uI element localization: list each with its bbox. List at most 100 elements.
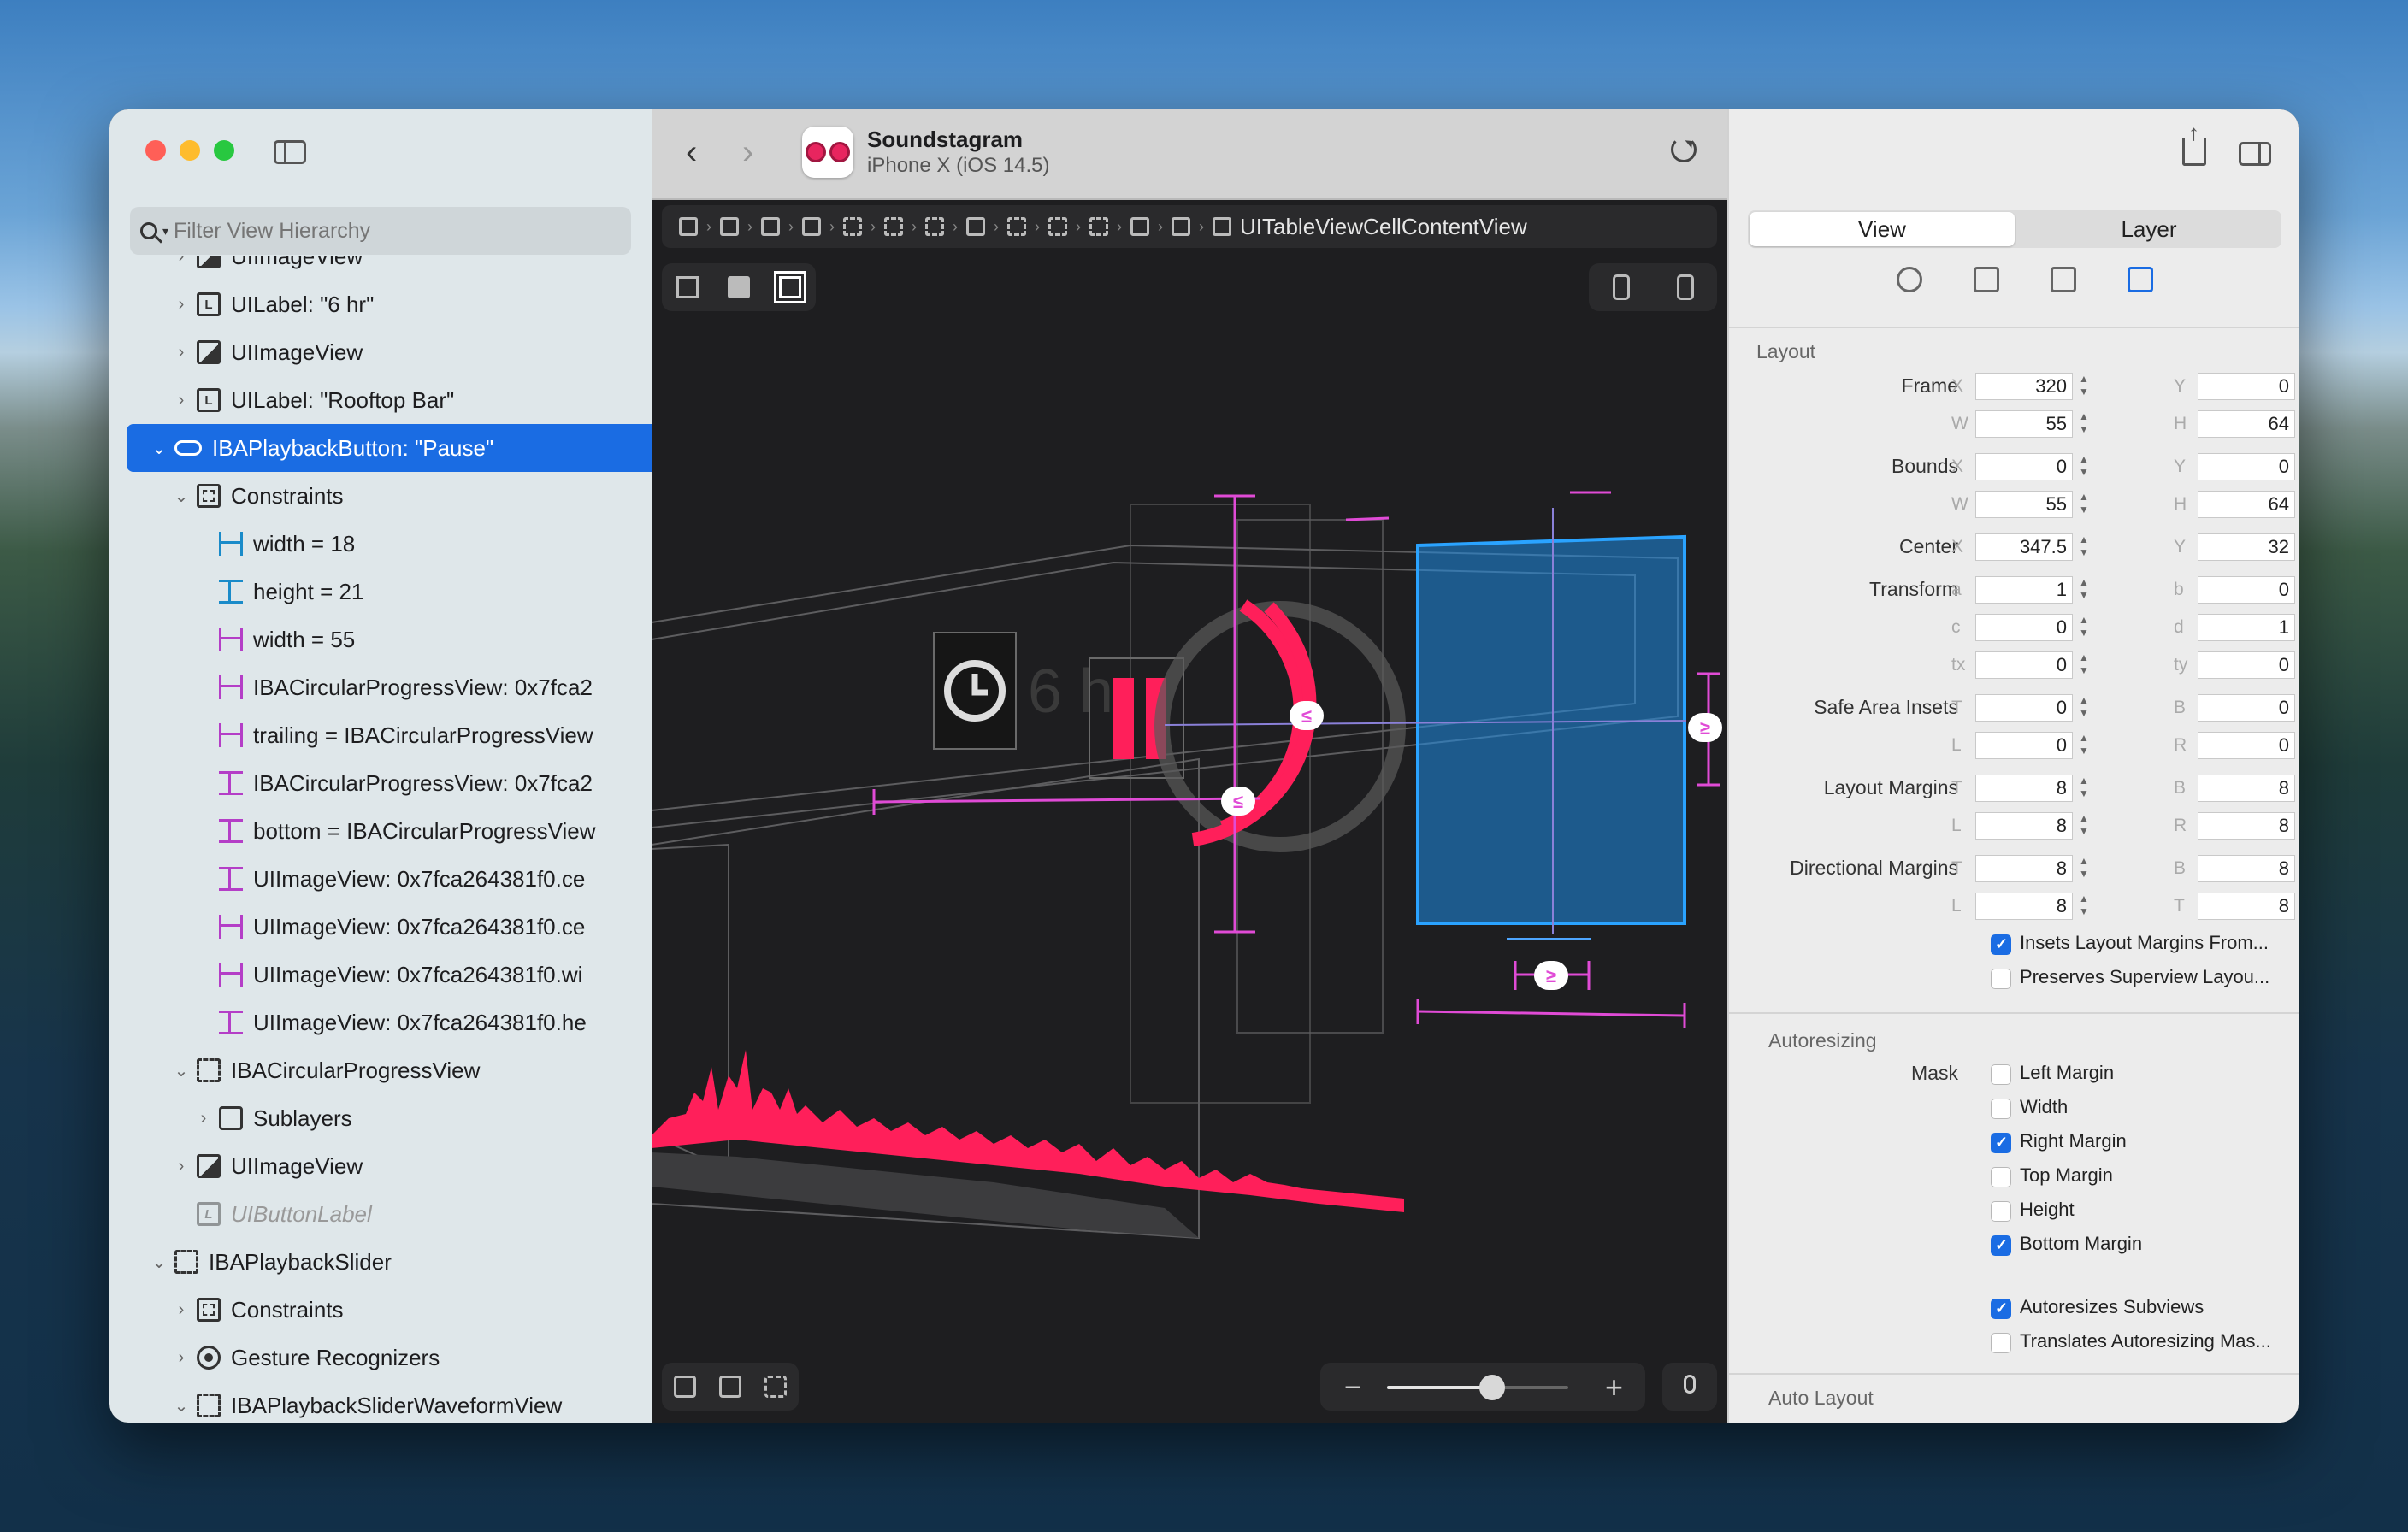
stepper-icon[interactable]: ▲ ▼	[2076, 893, 2092, 920]
number-field[interactable]: 8	[1975, 812, 2073, 840]
stepper-icon[interactable]: ▲ ▼	[2076, 533, 2092, 561]
number-field[interactable]: 1	[1975, 576, 2073, 604]
number-field[interactable]: 0	[2198, 576, 2295, 604]
checkbox[interactable]	[1991, 934, 2011, 955]
tree-row[interactable]: ⌄ IBACircularProgressView	[127, 1046, 652, 1094]
stepper-icon[interactable]: ▲ ▼	[2076, 373, 2092, 400]
checkbox[interactable]	[1991, 1201, 2011, 1222]
number-field[interactable]: 0	[1975, 453, 2073, 480]
filter-input[interactable]	[172, 217, 587, 245]
tree-row[interactable]: › Constraints	[127, 1286, 652, 1334]
tab-layer[interactable]: Layer	[2016, 210, 2281, 248]
number-field[interactable]: 0	[2198, 453, 2295, 480]
zoom-in-icon[interactable]: +	[1605, 1370, 1623, 1405]
disclosure-chevron-icon[interactable]: ›	[171, 391, 192, 410]
disclosure-chevron-icon[interactable]: ›	[171, 1157, 192, 1176]
number-field[interactable]: 320	[1975, 373, 2073, 400]
tree-row[interactable]: ⌄ IBAPlaybackSlider	[127, 1238, 652, 1286]
breadcrumb-nav-icon[interactable]	[802, 217, 821, 236]
breadcrumb-view-icon[interactable]	[884, 217, 903, 236]
stepper-icon[interactable]: ▲ ▼	[2076, 410, 2092, 438]
reload-icon[interactable]	[1671, 137, 1697, 162]
tree-row[interactable]: IBACircularProgressView: 0x7fca2	[127, 663, 652, 711]
breadcrumb-app-icon[interactable]	[679, 217, 698, 236]
checkbox[interactable]	[1991, 969, 2011, 989]
number-field[interactable]: 8	[1975, 855, 2073, 882]
tree-row[interactable]: bottom = IBACircularProgressView	[127, 807, 652, 855]
breadcrumb-view-icon[interactable]	[1048, 217, 1067, 236]
focus-icon[interactable]	[673, 1376, 696, 1398]
number-field[interactable]: 0	[2198, 694, 2295, 722]
number-field[interactable]: 55	[1975, 410, 2073, 438]
tree-row[interactable]: › UIImageView	[127, 1142, 652, 1190]
breadcrumb-scene-icon[interactable]	[761, 217, 780, 236]
frame-icon[interactable]	[676, 276, 699, 298]
stepper-icon[interactable]: ▲ ▼	[2076, 812, 2092, 840]
number-field[interactable]: 64	[2198, 491, 2295, 518]
breadcrumb-view-icon[interactable]	[1089, 217, 1108, 236]
tree-row[interactable]: › L UILabel: "6 hr"	[127, 280, 652, 328]
minimize-button[interactable]	[180, 140, 200, 161]
breadcrumb-cell-icon[interactable]	[1172, 217, 1190, 236]
number-field[interactable]: 0	[1975, 651, 2073, 679]
tree-row[interactable]: › L UILabel: "Rooftop Bar"	[127, 376, 652, 424]
history-icon[interactable]	[1974, 267, 1999, 292]
disclosure-chevron-icon[interactable]: ⌄	[171, 1395, 192, 1417]
tree-row[interactable]: ⌄ IBAPlaybackSliderWaveformView	[127, 1382, 652, 1423]
stepper-icon[interactable]: ▲ ▼	[2076, 614, 2092, 641]
stepper-icon[interactable]: ▲ ▼	[2076, 775, 2092, 802]
checkbox[interactable]	[1991, 1333, 2011, 1353]
filter-field[interactable]: ▾	[130, 207, 631, 255]
device-icon[interactable]	[1612, 274, 1630, 300]
disclosure-chevron-icon[interactable]: ›	[171, 256, 192, 267]
number-field[interactable]: 8	[2198, 812, 2295, 840]
disclosure-chevron-icon[interactable]: ›	[193, 1109, 214, 1128]
size-icon[interactable]	[2128, 267, 2153, 292]
tree-row[interactable]: › UIImageView	[127, 256, 652, 280]
breadcrumb-window-icon[interactable]	[720, 217, 739, 236]
stepper-icon[interactable]: ▲ ▼	[2076, 694, 2092, 722]
number-field[interactable]: 32	[2198, 533, 2295, 561]
breadcrumb-view-icon[interactable]	[843, 217, 862, 236]
breadcrumb-current[interactable]: UITableViewCellContentView	[1240, 214, 1527, 240]
orientation-icon[interactable]	[1676, 274, 1694, 300]
tree-row[interactable]: › Gesture Recognizers	[127, 1334, 652, 1382]
inspector-toggle-icon[interactable]	[2239, 142, 2271, 166]
number-field[interactable]: 0	[1975, 732, 2073, 759]
content-icon[interactable]	[728, 276, 750, 298]
number-field[interactable]: 8	[1975, 775, 2073, 802]
disclosure-chevron-icon[interactable]: ›	[171, 1348, 192, 1368]
number-field[interactable]: 55	[1975, 491, 2073, 518]
number-field[interactable]: 0	[2198, 651, 2295, 679]
disclosure-chevron-icon[interactable]: ⌄	[171, 486, 192, 507]
number-field[interactable]: 64	[2198, 410, 2295, 438]
screen-icon[interactable]	[718, 1376, 741, 1398]
number-field[interactable]: 0	[2198, 373, 2295, 400]
tree-row[interactable]: UIImageView: 0x7fca264381f0.ce	[127, 855, 652, 903]
number-field[interactable]: 347.5	[1975, 533, 2073, 561]
checkbox[interactable]	[1991, 1167, 2011, 1187]
tree-row[interactable]: › Sublayers	[127, 1094, 652, 1142]
disclosure-chevron-icon[interactable]: ⌄	[171, 1060, 192, 1081]
tree-row[interactable]: height = 21	[127, 568, 652, 616]
breadcrumb-content-icon[interactable]	[1213, 217, 1231, 236]
disclosure-chevron-icon[interactable]: ›	[171, 1300, 192, 1320]
checkbox[interactable]	[1991, 1133, 2011, 1153]
breadcrumb-view-icon[interactable]	[1007, 217, 1026, 236]
tree-row[interactable]: ⌄ Constraints	[127, 472, 652, 520]
stepper-icon[interactable]: ▲ ▼	[2076, 453, 2092, 480]
tree-row[interactable]: UIImageView: 0x7fca264381f0.he	[127, 999, 652, 1046]
forward-button[interactable]: ›	[742, 135, 753, 169]
tree-row[interactable]: trailing = IBACircularProgressView	[127, 711, 652, 759]
tree-row[interactable]: width = 55	[127, 616, 652, 663]
checkbox[interactable]	[1991, 1299, 2011, 1319]
stepper-icon[interactable]: ▲ ▼	[2076, 732, 2092, 759]
disclosure-chevron-icon[interactable]: ⌄	[149, 1252, 169, 1273]
tree-row[interactable]: UIImageView: 0x7fca264381f0.ce	[127, 903, 652, 951]
number-field[interactable]: 8	[2198, 775, 2295, 802]
tree-row[interactable]: UIImageView: 0x7fca264381f0.wi	[127, 951, 652, 999]
stepper-icon[interactable]: ▲ ▼	[2076, 576, 2092, 604]
tab-view[interactable]: View	[1750, 212, 2015, 246]
breadcrumb-view-icon[interactable]	[925, 217, 944, 236]
checkbox[interactable]	[1991, 1099, 2011, 1119]
